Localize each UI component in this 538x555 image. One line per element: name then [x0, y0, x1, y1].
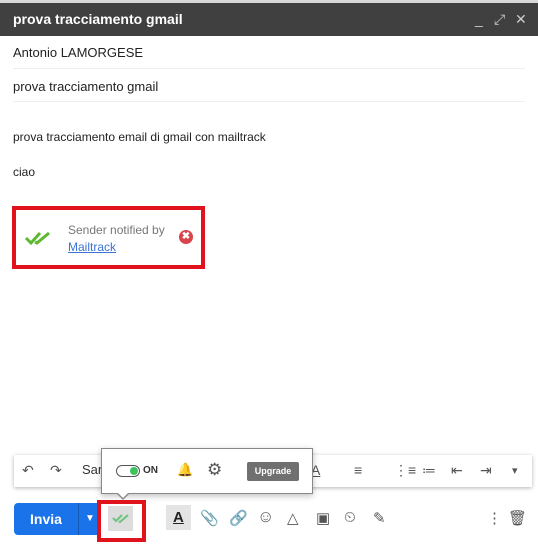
mailtrack-button[interactable] — [108, 506, 133, 531]
indent-more-icon[interactable]: ⇥ — [480, 462, 492, 479]
align-icon[interactable]: ≡ — [354, 462, 362, 478]
divider — [13, 101, 525, 102]
mailtrack-link[interactable]: Mailtrack — [68, 240, 116, 254]
send-button[interactable]: Invia — [14, 503, 78, 535]
more-options-icon[interactable]: ⋮ — [487, 509, 502, 527]
close-icon[interactable]: ✕ — [515, 11, 527, 28]
mailtrack-notification: Sender notified by Mailtrack ✖ — [12, 206, 205, 269]
window-title: prova tracciamento gmail — [13, 11, 183, 27]
undo-icon[interactable]: ↶ — [22, 462, 34, 479]
subject-field[interactable]: prova tracciamento gmail — [13, 79, 158, 94]
indent-less-icon[interactable]: ⇤ — [451, 462, 463, 479]
body-line[interactable]: ciao — [13, 165, 35, 179]
emoji-icon[interactable]: ☺ — [257, 507, 274, 527]
photo-icon[interactable]: ▣ — [316, 509, 330, 527]
compose-header[interactable]: prova tracciamento gmail _ ⤢ ✕ — [0, 3, 538, 36]
more-formatting-icon[interactable]: ▾ — [512, 464, 518, 477]
minimize-icon[interactable]: _ — [475, 11, 483, 27]
toggle-knob — [130, 467, 138, 475]
gear-icon[interactable]: ⚙ — [207, 460, 222, 480]
confidential-icon[interactable]: ⏲ — [344, 509, 356, 526]
upgrade-button[interactable]: Upgrade — [247, 462, 299, 481]
double-check-icon — [112, 514, 129, 524]
redo-icon[interactable]: ↷ — [50, 462, 62, 479]
signature-icon[interactable]: ✎ — [373, 509, 386, 527]
toggle-label: ON — [143, 465, 158, 476]
drive-icon[interactable]: △ — [287, 509, 299, 527]
recipient-field[interactable]: Antonio LAMORGESE — [13, 45, 143, 60]
send-button-group: Invia ▼ — [14, 503, 101, 535]
expand-icon[interactable]: ⤢ — [494, 11, 505, 28]
remove-icon[interactable]: ✖ — [179, 230, 193, 244]
trash-icon[interactable]: 🗑 — [508, 509, 527, 527]
notification-text: Sender notified by — [68, 223, 165, 237]
bell-icon[interactable]: 🔔 — [177, 462, 193, 478]
format-options-icon[interactable]: A — [173, 509, 184, 526]
numbered-list-icon[interactable]: ⋮≡ — [394, 462, 416, 479]
attach-icon[interactable]: 📎 — [200, 509, 219, 527]
tracking-toggle[interactable] — [116, 465, 140, 477]
mailtrack-popup: ON 🔔 ⚙ Upgrade — [101, 448, 313, 494]
link-icon[interactable]: 🔗 — [229, 509, 248, 527]
double-check-icon — [24, 231, 50, 246]
mailtrack-highlight — [97, 500, 146, 542]
bulleted-list-icon[interactable]: ≔ — [422, 462, 436, 479]
body-line[interactable]: prova tracciamento email di gmail con ma… — [13, 130, 266, 144]
popup-arrow — [117, 492, 129, 498]
divider — [13, 68, 525, 69]
